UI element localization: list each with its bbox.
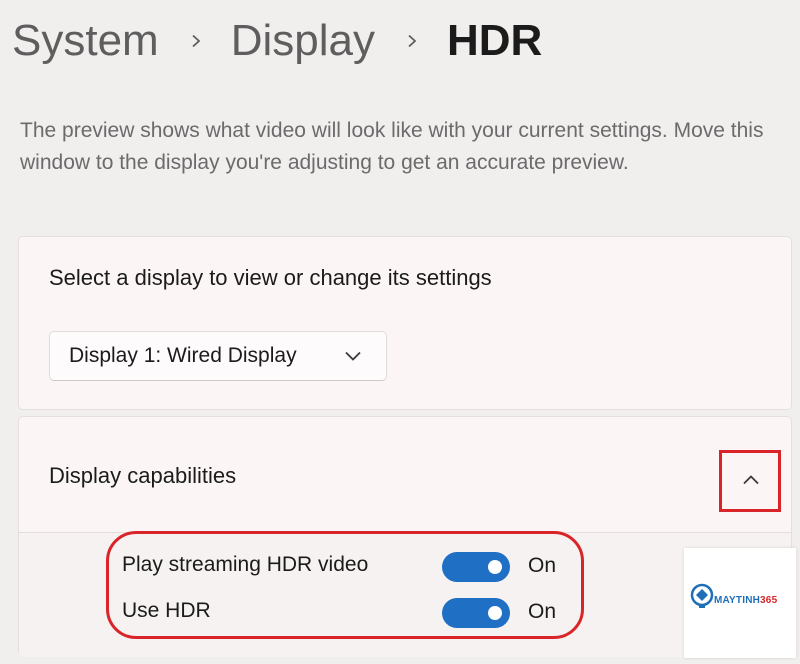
display-capabilities-header[interactable]: Display capabilities — [19, 417, 791, 533]
setting-row-use-hdr: Use HDR On — [122, 592, 582, 632]
page-title: HDR — [446, 16, 543, 65]
setting-row-streaming-hdr: Play streaming HDR video On — [122, 546, 582, 586]
collapse-button[interactable] — [719, 450, 781, 512]
display-select-card: Select a display to view or change its s… — [18, 236, 792, 410]
display-select-label: Select a display to view or change its s… — [49, 265, 492, 290]
monitor-logo-icon — [690, 583, 714, 608]
breadcrumb-item-system[interactable]: System — [12, 19, 159, 63]
streaming-hdr-toggle[interactable] — [442, 552, 510, 582]
watermark-brand: MAYTINH365 — [714, 595, 778, 606]
chevron-down-icon — [344, 350, 362, 362]
chevron-up-icon — [743, 475, 759, 485]
chevron-right-icon — [405, 34, 419, 48]
use-hdr-label: Use HDR — [122, 599, 211, 622]
display-dropdown[interactable]: Display 1: Wired Display — [49, 331, 387, 381]
breadcrumb: System Display HDR — [12, 6, 542, 76]
streaming-hdr-label: Play streaming HDR video — [122, 553, 369, 576]
chevron-right-icon — [189, 34, 203, 48]
use-hdr-toggle[interactable] — [442, 598, 510, 628]
watermark-logo: MAYTINH365 — [684, 548, 796, 658]
display-dropdown-value: Display 1: Wired Display — [69, 344, 297, 367]
streaming-hdr-state: On — [528, 554, 557, 577]
use-hdr-state: On — [528, 600, 557, 623]
toggle-knob — [488, 560, 502, 574]
toggle-knob — [488, 606, 502, 620]
display-capabilities-title: Display capabilities — [49, 463, 237, 488]
breadcrumb-item-display[interactable]: Display — [231, 19, 375, 63]
preview-description: The preview shows what video will look l… — [20, 119, 764, 174]
